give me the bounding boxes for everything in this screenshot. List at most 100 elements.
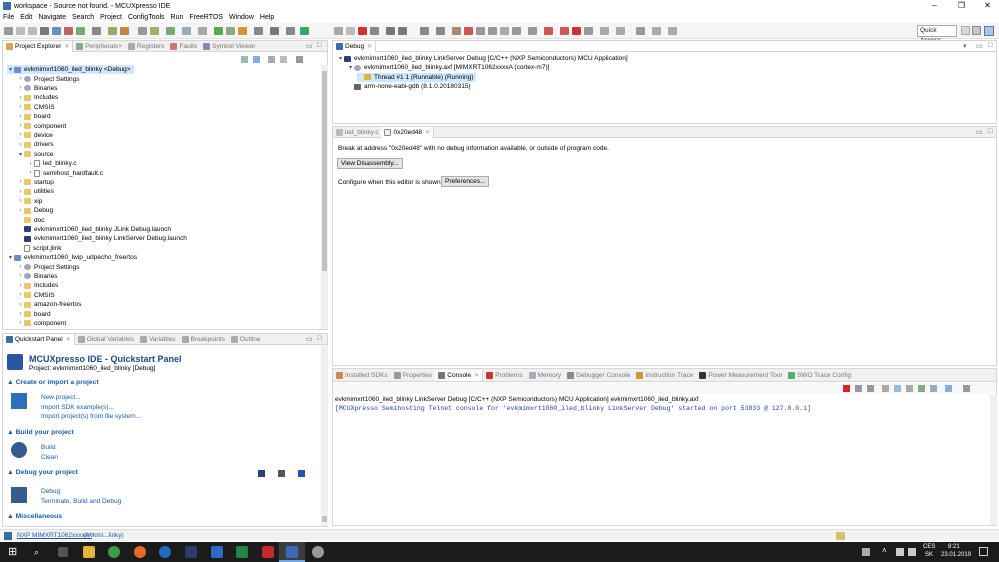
resume-icon[interactable] <box>346 27 355 35</box>
tree-item[interactable]: › amazon-freertos <box>17 300 82 309</box>
console-scrollbar[interactable] <box>990 395 997 525</box>
tree-item[interactable]: › drivers <box>17 140 54 149</box>
tree-item[interactable]: › utilities <box>17 187 54 196</box>
view-menu-icon[interactable]: ▾ <box>963 42 967 50</box>
breakpoint-icon[interactable] <box>560 27 569 35</box>
search-icon[interactable] <box>198 27 207 35</box>
maximize-view-icon[interactable]: □ <box>317 42 321 49</box>
terminate-icon[interactable] <box>843 385 850 392</box>
tree-item[interactable]: script.jlink <box>17 244 62 253</box>
chevron-right-icon[interactable]: › <box>17 311 24 317</box>
status-tasks-icon[interactable] <box>836 532 845 540</box>
tab-symbol-viewer[interactable]: Symbol Viewer <box>200 41 258 52</box>
quick-access-input[interactable]: Quick Access <box>917 25 957 44</box>
tree-item[interactable]: › device <box>17 131 53 140</box>
tree-item[interactable]: › component <box>17 121 67 130</box>
tab-swo-trace-config[interactable]: SWO Trace Config <box>785 370 854 381</box>
tray-date[interactable]: 23.01.2019 <box>941 552 971 558</box>
display-console-icon[interactable] <box>930 385 937 392</box>
collapse-all-icon[interactable] <box>241 56 248 63</box>
app-icon[interactable] <box>312 546 324 558</box>
view-menu-icon[interactable] <box>963 385 970 392</box>
chevron-down-icon[interactable]: ▾ <box>7 66 14 73</box>
tab-debugger-console[interactable]: Debugger Console <box>564 370 633 381</box>
skip-breakpoints-icon[interactable] <box>584 27 593 35</box>
start-windows-icon[interactable]: ⊞ <box>8 546 20 558</box>
instr-step-icon[interactable] <box>420 27 429 35</box>
history-icon[interactable] <box>668 27 677 35</box>
tab-address[interactable]: 0x20ed48 ✕ <box>381 126 435 138</box>
tree-item[interactable]: evkmimxrt1060_iled_blinky JLink Debug.la… <box>17 225 171 234</box>
minimize-editor-icon[interactable]: ▭ <box>976 128 983 136</box>
external-tools-icon[interactable] <box>120 27 129 35</box>
project-tree-scrollbar[interactable] <box>321 65 328 329</box>
debug-launch-icon[interactable] <box>258 470 265 477</box>
chevron-right-icon[interactable]: › <box>17 292 24 298</box>
maximize-view-icon[interactable]: □ <box>988 42 992 49</box>
suspend-icon[interactable] <box>226 27 235 35</box>
stop-icon[interactable] <box>488 27 497 35</box>
minimize-button[interactable]: – <box>923 0 946 12</box>
tab-quickstart-panel[interactable]: Quickstart Panel ✕ <box>3 333 75 345</box>
debug-link[interactable]: Debug <box>41 488 60 495</box>
tree-item[interactable]: › board <box>17 112 51 121</box>
clear-icon[interactable] <box>544 27 553 35</box>
tree-item[interactable]: › xip <box>17 197 43 206</box>
debug-thread-row[interactable]: Thread #1 1 (Runnable) (Running) <box>357 72 477 82</box>
perspective-cpp-icon[interactable] <box>972 26 981 35</box>
remote-desktop-icon[interactable] <box>185 546 197 558</box>
maximize-view-icon[interactable]: □ <box>317 335 321 342</box>
maximize-editor-icon[interactable]: □ <box>988 128 992 135</box>
chevron-right-icon[interactable]: › <box>17 302 24 308</box>
tree-item[interactable]: doc <box>17 215 44 224</box>
menu-item-window[interactable]: Window <box>229 14 254 21</box>
save-icon[interactable] <box>16 27 25 35</box>
view-disassembly-button[interactable]: View Disassembly... <box>337 158 403 169</box>
chevron-right-icon[interactable]: › <box>17 76 24 82</box>
coverage-icon[interactable] <box>238 27 247 35</box>
perspective-open-icon[interactable] <box>961 26 970 35</box>
debug-launch-row[interactable]: ▾ evkmimxrt1060_iled_blinky LinkServer De… <box>337 54 628 63</box>
drop-icon[interactable] <box>436 27 445 35</box>
tree-item[interactable]: ▾ evkmimxrt1060_iled_blinky <Debug> <box>7 65 134 75</box>
chevron-right-icon[interactable]: › <box>17 189 24 195</box>
tree-item[interactable]: › Includes <box>17 281 59 290</box>
build-section-header[interactable]: ▲ Build your project <box>7 429 74 436</box>
chevron-right-icon[interactable]: › <box>17 283 24 289</box>
menu-item-search[interactable]: Search <box>72 14 94 21</box>
tree-item[interactable]: ▾ source <box>17 150 54 159</box>
save-all-icon[interactable] <box>28 27 37 35</box>
tray-language[interactable]: CES <box>923 544 935 550</box>
tab-memory[interactable]: Memory <box>526 370 564 381</box>
lock-icon[interactable] <box>254 27 263 35</box>
memory-icon[interactable] <box>528 27 537 35</box>
chevron-right-icon[interactable]: › <box>17 264 24 270</box>
pin-icon[interactable] <box>182 27 191 35</box>
import-fs-link[interactable]: Import project(s) from file system... <box>41 413 141 420</box>
restart-icon[interactable] <box>476 27 485 35</box>
notification-icon[interactable] <box>979 547 988 556</box>
chevron-right-icon[interactable]: › <box>17 114 24 120</box>
excel-icon[interactable] <box>236 546 248 558</box>
chevron-right-icon[interactable]: › <box>17 179 24 185</box>
tree-item[interactable]: › Includes <box>17 93 59 102</box>
debug-section-header[interactable]: ▲ Debug your project <box>7 469 78 476</box>
close-icon[interactable]: ✕ <box>425 129 430 136</box>
tree-item[interactable]: › Project Settings <box>17 74 80 83</box>
menu-item-run[interactable]: Run <box>171 14 184 21</box>
reset-icon[interactable] <box>500 27 509 35</box>
debug-axf-row[interactable]: ▾ evkmimxrt1060_iled_blinky.axf [MIMXRT10… <box>347 63 549 72</box>
tree-item[interactable]: › CMSIS <box>17 291 55 300</box>
import-sdk-link[interactable]: Import SDK example(s)... <box>41 404 114 411</box>
chevron-down-icon[interactable]: ▾ <box>17 151 24 158</box>
create-section-header[interactable]: ▲ Create or import a project <box>7 379 99 386</box>
tab-problems[interactable]: Problems <box>483 370 525 381</box>
menu-item-file[interactable]: File <box>3 14 14 21</box>
step-over-icon[interactable] <box>398 27 407 35</box>
new-project-link[interactable]: New project... <box>41 394 81 401</box>
tree-item[interactable]: › led_blinky.c <box>27 159 76 168</box>
suspend-icon[interactable] <box>452 27 461 35</box>
disconnect-icon[interactable] <box>370 27 379 35</box>
search-icon[interactable] <box>150 27 159 35</box>
tab-instruction-trace[interactable]: Instruction Trace <box>633 370 696 381</box>
